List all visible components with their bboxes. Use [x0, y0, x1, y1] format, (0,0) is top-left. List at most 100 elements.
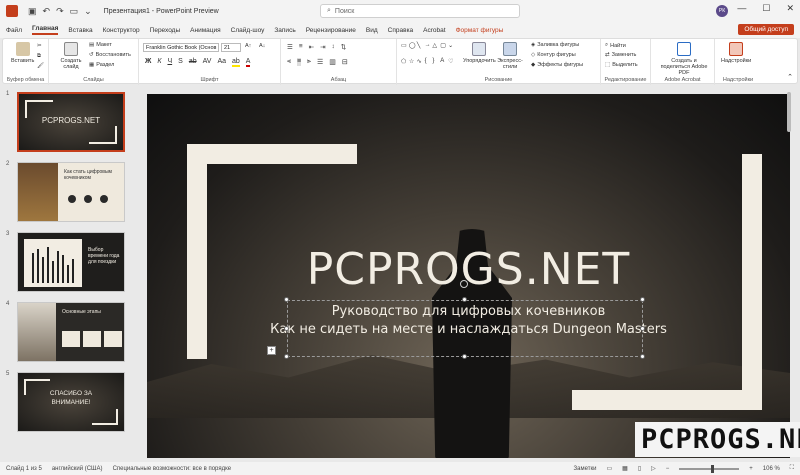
frame-bracket-bottom[interactable]	[572, 390, 762, 410]
pentagon-shape-icon[interactable]: ⬠	[401, 58, 408, 73]
resize-handle[interactable]	[640, 297, 645, 302]
zoom-slider[interactable]	[679, 468, 739, 470]
tab-shape-format[interactable]: Формат фигуры	[456, 27, 504, 34]
fit-slide-icon[interactable]: ⛶	[790, 465, 794, 472]
zoom-slider-thumb[interactable]	[711, 465, 714, 473]
thumbnail-slide-2[interactable]: Как стать цифровым кочевником	[17, 162, 125, 222]
tab-review[interactable]: Рецензирование	[306, 27, 356, 34]
arrange-button[interactable]: Упорядочить	[463, 42, 496, 64]
avatar[interactable]: РК	[716, 5, 728, 17]
tab-view[interactable]: Вид	[366, 27, 378, 34]
triangle-shape-icon[interactable]: △	[432, 42, 439, 57]
bold-icon[interactable]: Ж	[145, 58, 151, 67]
tab-file[interactable]: Файл	[6, 27, 22, 34]
customize-qa-icon[interactable]: ⌄	[84, 6, 92, 17]
italic-icon[interactable]: К	[157, 58, 161, 67]
slide-sorter-icon[interactable]: ▦	[622, 465, 628, 472]
find-button[interactable]: ⌕Найти	[605, 42, 626, 49]
tab-home[interactable]: Главная	[32, 25, 58, 35]
language-status[interactable]: английский (США)	[52, 466, 103, 472]
quick-styles-button[interactable]: Экспресс-стили	[497, 42, 523, 70]
collapse-ribbon-icon[interactable]: ⌃	[787, 73, 793, 81]
numbering-icon[interactable]: ≡	[299, 43, 303, 51]
reading-view-icon[interactable]: ▯	[638, 465, 641, 472]
shape-outline-button[interactable]: ◇Контур фигуры	[531, 52, 576, 58]
columns-icon[interactable]: ▥	[329, 58, 336, 66]
star-shape-icon[interactable]: ☆	[409, 58, 416, 73]
font-family-select[interactable]: Franklin Gothic Book (Основ	[143, 43, 219, 52]
search-input[interactable]: ⌕ Поиск	[320, 4, 520, 18]
reset-button[interactable]: ↺Восстановить	[89, 52, 131, 58]
cut-icon[interactable]: ✂	[37, 43, 42, 49]
normal-view-icon[interactable]: ▭	[606, 465, 612, 472]
slide-title[interactable]: PCPROGS.NET	[147, 244, 790, 295]
tab-acrobat[interactable]: Acrobat	[423, 27, 445, 34]
case-icon[interactable]: Aa	[217, 58, 226, 67]
brace-shape-icon[interactable]: {	[425, 58, 432, 73]
zoom-in-icon[interactable]: +	[749, 466, 753, 472]
slideshow-icon[interactable]: ▷	[651, 465, 656, 472]
align-text-icon[interactable]: ⊟	[342, 58, 348, 66]
close-icon[interactable]: ✕	[786, 3, 794, 14]
line-shape-icon[interactable]: ╲	[417, 42, 424, 57]
tab-animations[interactable]: Анимация	[190, 27, 221, 34]
rotate-handle-icon[interactable]	[460, 280, 468, 288]
justify-icon[interactable]: ☰	[317, 58, 323, 66]
more-shapes-icon[interactable]: ⌄	[448, 42, 455, 57]
rounded-rect-shape-icon[interactable]: ▢	[440, 42, 447, 57]
font-color-icon[interactable]: A	[246, 58, 251, 67]
shape-fill-button[interactable]: ◈Заливка фигуры	[531, 42, 579, 48]
decrease-indent-icon[interactable]: ⇤	[309, 43, 314, 51]
section-button[interactable]: ▦Раздел	[89, 62, 114, 68]
thumbnail-slide-1[interactable]: PCPROGS.NET	[17, 92, 125, 152]
align-center-icon[interactable]: ≡	[297, 58, 301, 66]
zoom-out-icon[interactable]: −	[666, 466, 670, 472]
resize-handle[interactable]	[640, 354, 645, 359]
current-slide[interactable]: PCPROGS.NET Руководство для цифровых коч…	[147, 94, 790, 458]
resize-handle[interactable]	[462, 354, 467, 359]
undo-icon[interactable]: ↶	[43, 6, 51, 17]
resize-handle[interactable]	[284, 297, 289, 302]
scrollbar-thumb[interactable]	[787, 92, 791, 132]
redo-icon[interactable]: ↷	[56, 6, 64, 17]
shape-effects-button[interactable]: ◆Эффекты фигуры	[531, 62, 583, 68]
resize-handle[interactable]	[284, 326, 289, 331]
copy-icon[interactable]: ⧉	[37, 53, 41, 60]
select-button[interactable]: ⬚Выделить	[605, 62, 638, 68]
underline-icon[interactable]: Ч	[167, 58, 172, 67]
bullets-icon[interactable]: ☰	[287, 43, 293, 51]
strikethrough-icon[interactable]: ab	[189, 58, 197, 67]
align-right-icon[interactable]: ⫸	[307, 58, 311, 66]
minimize-icon[interactable]: —	[737, 3, 746, 14]
spacing-icon[interactable]: AV	[203, 58, 212, 67]
shapes-gallery[interactable]: ▭◯╲→△▢⌄ ⬠☆∿{}A♡	[401, 42, 455, 72]
rectangle-shape-icon[interactable]: ▭	[401, 42, 408, 57]
start-from-beginning-icon[interactable]: ▭	[70, 6, 79, 17]
shadow-icon[interactable]: S	[178, 58, 183, 67]
layout-options-icon[interactable]: +	[267, 346, 276, 355]
notes-button[interactable]: Заметки	[574, 466, 597, 472]
new-slide-button[interactable]: Создать слайд	[61, 42, 81, 70]
paste-button[interactable]: Вставить	[11, 42, 34, 64]
save-icon[interactable]: ▣	[28, 6, 37, 17]
frame-bracket-top[interactable]	[187, 144, 357, 164]
thumbnail-slide-4[interactable]: Основные этапы	[17, 302, 125, 362]
share-button[interactable]: Общий доступ	[738, 24, 794, 35]
subtitle-line-2[interactable]: Как не сидеть на месте и наслаждаться Du…	[147, 322, 790, 337]
addins-button[interactable]: Надстройки	[721, 42, 751, 64]
curve-shape-icon[interactable]: ∿	[417, 58, 424, 73]
accessibility-status[interactable]: Специальные возможности: все в порядке	[113, 466, 232, 472]
resize-handle[interactable]	[640, 326, 645, 331]
increase-font-icon[interactable]: A↑	[245, 43, 251, 49]
resize-handle[interactable]	[462, 297, 467, 302]
tab-transitions[interactable]: Переходы	[150, 27, 181, 34]
thumbnail-slide-5[interactable]: СПАСИБО ЗА ВНИМАНИЕ!	[17, 372, 125, 432]
highlight-icon[interactable]: ab	[232, 58, 240, 67]
tab-insert[interactable]: Вставка	[68, 27, 92, 34]
replace-button[interactable]: ⇄Заменить	[605, 52, 636, 58]
tab-help[interactable]: Справка	[388, 27, 414, 34]
align-left-icon[interactable]: ⫷	[287, 58, 291, 66]
line-spacing-icon[interactable]: ↕	[332, 43, 335, 51]
subtitle-line-1[interactable]: Руководство для цифровых кочевников	[147, 304, 790, 319]
thumbnail-slide-3[interactable]: Выбор времени года для поездки	[17, 232, 125, 292]
